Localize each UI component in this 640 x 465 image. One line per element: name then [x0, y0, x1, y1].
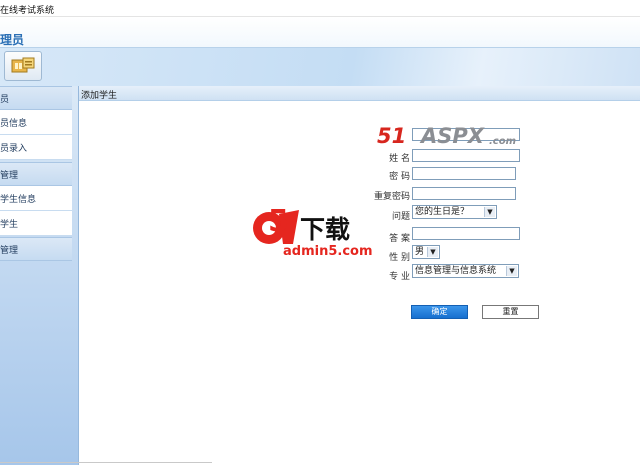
- watermark-a5-num: 5: [268, 204, 289, 239]
- sidebar: 员 员信息 员录入 管理 学生信息 学生 管理: [0, 86, 79, 465]
- sidebar-header-2[interactable]: 管理: [0, 162, 72, 186]
- status-divider: [0, 462, 212, 463]
- sidebar-item-label: 员录入: [0, 144, 28, 154]
- content-header: 添加学生: [79, 86, 640, 101]
- password-label: 密 码: [389, 172, 410, 182]
- watermark-aspx-domain: .com: [489, 136, 517, 147]
- gender-value: 男: [415, 247, 425, 257]
- confirm-password-input[interactable]: [412, 187, 516, 200]
- sidebar-item-student-add[interactable]: 学生: [0, 211, 72, 236]
- answer-input[interactable]: [412, 227, 520, 240]
- question-value: 您的生日是？: [415, 207, 470, 217]
- sidebar-header-label: 管理: [0, 171, 19, 181]
- watermark-51: 51: [377, 124, 407, 148]
- sidebar-header-1[interactable]: 员: [0, 86, 72, 110]
- password-input[interactable]: [412, 167, 516, 180]
- name-input[interactable]: [412, 149, 520, 162]
- sidebar-item-label: 学生: [0, 220, 19, 230]
- sidebar-header-3[interactable]: 管理: [0, 237, 72, 261]
- content-title: 添加学生: [81, 91, 118, 101]
- sidebar-item-label: 学生信息: [0, 195, 37, 205]
- sidebar-header-label: 管理: [0, 246, 19, 256]
- sidebar-item-student-info[interactable]: 学生信息: [0, 186, 72, 211]
- chevron-down-icon: ▼: [427, 247, 438, 257]
- window-title: 在线考试系统: [0, 6, 55, 16]
- chevron-down-icon: ▼: [506, 266, 517, 276]
- submit-button[interactable]: 确定: [411, 305, 468, 319]
- gender-select[interactable]: 男 ▼: [412, 245, 440, 259]
- role-title: 理员: [0, 33, 25, 47]
- major-label: 专 业: [389, 272, 410, 282]
- sidebar-header-label: 员: [0, 95, 10, 105]
- watermark-aspx: ASPX: [421, 124, 484, 148]
- folder-icon: [11, 57, 35, 73]
- sidebar-item-admin-info[interactable]: 员信息: [0, 110, 72, 135]
- title-bar: 在线考试系统: [0, 0, 640, 17]
- banner: 理员: [0, 17, 640, 47]
- name-label: 姓 名: [389, 154, 410, 164]
- major-value: 信息管理与信息系统: [415, 266, 497, 276]
- major-select[interactable]: 信息管理与信息系统 ▼: [412, 264, 519, 278]
- question-label: 问题: [391, 212, 410, 222]
- reset-button[interactable]: 重置: [482, 305, 539, 319]
- watermark-a5-cn: 下载: [300, 215, 351, 244]
- sidebar-item-admin-add[interactable]: 员录入: [0, 135, 72, 160]
- toolbar: [0, 47, 640, 87]
- answer-label: 答 案: [389, 234, 410, 244]
- sidebar-item-label: 员信息: [0, 119, 28, 129]
- toolbar-button[interactable]: [4, 51, 42, 81]
- watermark-a5-domain: admin5.com: [283, 244, 373, 259]
- confirm-password-label: 重复密码: [373, 192, 410, 202]
- question-select[interactable]: 您的生日是？ ▼: [412, 205, 497, 219]
- chevron-down-icon: ▼: [484, 207, 495, 217]
